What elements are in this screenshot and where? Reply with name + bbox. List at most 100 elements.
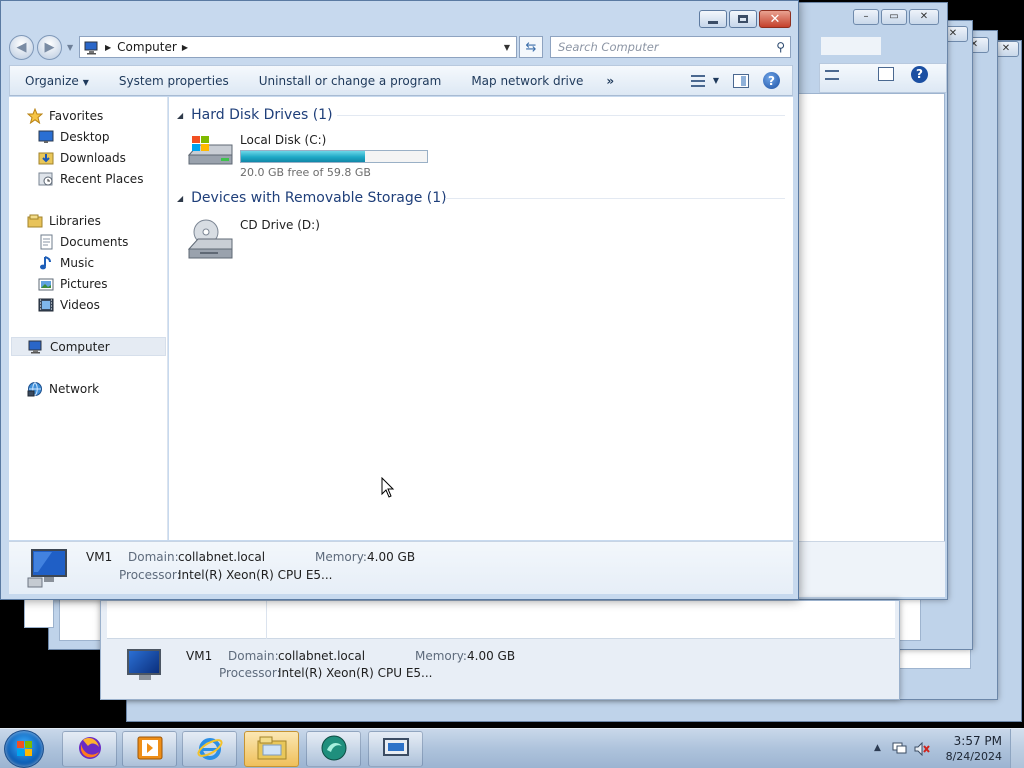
drive-d-name: CD Drive (D:) [240, 218, 320, 232]
show-desktop-button[interactable] [1010, 729, 1024, 768]
nav-desktop[interactable]: Desktop [38, 127, 110, 146]
taskbar-internet-explorer[interactable] [182, 731, 237, 767]
computer-name: VM1 [86, 550, 113, 564]
drive-c-name: Local Disk (C:) [240, 133, 327, 147]
taskbar: ▲ 3:57 PM 8/24/2024 [0, 728, 1024, 768]
remote-desktop-icon [381, 736, 411, 763]
forward-arrow-icon: ▶ [44, 40, 55, 55]
nav-downloads[interactable]: Downloads [38, 148, 126, 167]
videos-icon [38, 297, 54, 313]
refresh-icon: ⇆ [525, 39, 537, 55]
navigation-pane: Favorites Desktop Downloads Recent Place… [9, 97, 168, 540]
group-hard-disk-drives[interactable]: ◢ Hard Disk Drives (1) [177, 105, 785, 125]
music-note-icon [38, 255, 54, 271]
nav-network[interactable]: Network [27, 379, 99, 398]
search-placeholder: Search Computer [558, 40, 659, 54]
close-button[interactable]: ✕ [759, 10, 791, 28]
background-window-edge [24, 598, 54, 628]
minimize-button[interactable] [699, 10, 727, 28]
network-icon [27, 381, 43, 397]
media-player-icon [136, 735, 164, 764]
drive-c-free-space: 20.0 GB free of 59.8 GB [240, 166, 371, 179]
change-view-button[interactable]: ▼ [690, 74, 719, 87]
memory-label: Memory: [315, 550, 367, 564]
content-pane: ◢ Hard Disk Drives (1) Local Disk (C:) 2… [169, 97, 793, 540]
domain-label: Domain: [128, 550, 179, 564]
documents-icon [38, 234, 54, 250]
map-network-drive-button[interactable]: Map network drive [456, 74, 598, 88]
libraries-icon [27, 213, 43, 229]
system-tray: ▲ 3:57 PM 8/24/2024 [864, 729, 1024, 768]
nav-pictures[interactable]: Pictures [38, 274, 108, 293]
desktop-icon [38, 129, 54, 145]
clock-time[interactable]: 3:57 PM [954, 734, 1002, 748]
refresh-button[interactable]: ⇆ [519, 36, 543, 58]
show-hidden-icons-button[interactable]: ▲ [874, 743, 881, 753]
volume-muted-icon[interactable] [914, 741, 930, 759]
preview-pane-icon[interactable] [733, 73, 749, 88]
mouse-cursor-icon [381, 477, 395, 498]
view-icon [690, 74, 705, 87]
explorer-window[interactable]: ✕ ◀ ▶ ▼ ▶ Computer ▶ ▼ ⇆ Search Computer… [0, 0, 799, 600]
search-icon[interactable]: ⚲ [776, 40, 785, 54]
drive-c[interactable]: Local Disk (C:) 20.0 GB free of 59.8 GB [186, 133, 428, 179]
taskbar-firefox[interactable] [62, 731, 117, 767]
drive-d[interactable]: CD Drive (D:) [186, 217, 320, 265]
breadcrumb-arrow-icon[interactable]: ▶ [105, 43, 111, 52]
firefox-icon [77, 735, 103, 764]
nav-favorites[interactable]: Favorites [26, 106, 103, 125]
processor-value: Intel(R) Xeon(R) CPU E5... [178, 568, 333, 582]
system-properties-button[interactable]: System properties [104, 74, 244, 88]
file-explorer-icon [256, 735, 288, 764]
drive-c-capacity-bar [240, 150, 428, 163]
help-icon[interactable]: ? [763, 72, 780, 89]
address-dropdown-icon[interactable]: ▼ [504, 43, 510, 52]
search-input[interactable]: Search Computer ⚲ [550, 36, 791, 58]
forward-button[interactable]: ▶ [37, 35, 62, 60]
address-bar[interactable]: ▶ Computer ▶ ▼ [79, 36, 517, 58]
breadcrumb-arrow-icon[interactable]: ▶ [182, 43, 188, 52]
address-row: ◀ ▶ ▼ ▶ Computer ▶ ▼ ⇆ Search Computer ⚲ [9, 35, 791, 60]
cd-drive-icon [186, 217, 236, 265]
nav-videos[interactable]: Videos [38, 295, 100, 314]
drive-c-used-fill [241, 151, 365, 162]
recent-pages-dropdown[interactable]: ▼ [67, 43, 73, 52]
collapse-triangle-icon: ◢ [177, 110, 184, 120]
taskbar-remote-desktop[interactable] [368, 731, 423, 767]
computer-icon [84, 41, 100, 55]
nav-computer[interactable]: Computer [11, 337, 166, 356]
nav-recent-places[interactable]: Recent Places [38, 169, 143, 188]
minimize-icon [708, 20, 718, 24]
computer-icon [28, 339, 44, 355]
maximize-icon [738, 15, 748, 23]
memory-value: 4.00 GB [367, 550, 416, 564]
group-divider [445, 198, 785, 199]
collapse-triangle-icon: ◢ [177, 193, 184, 203]
command-bar: Organize ▼ System properties Uninstall or… [9, 65, 793, 96]
start-button[interactable] [4, 730, 44, 768]
back-button[interactable]: ◀ [9, 35, 34, 60]
nav-documents[interactable]: Documents [38, 232, 128, 251]
breadcrumb-computer[interactable]: Computer [117, 40, 177, 54]
app-icon [319, 734, 349, 765]
hard-drive-windows-icon [186, 133, 236, 169]
maximize-button[interactable] [729, 10, 757, 28]
background-details-pane: VM1 Domain: collabnet.local Memory: 4.00… [100, 600, 900, 700]
nav-music[interactable]: Music [38, 253, 94, 272]
network-status-icon[interactable] [892, 742, 908, 759]
downloads-folder-icon [38, 150, 54, 166]
organize-button[interactable]: Organize ▼ [10, 74, 104, 88]
internet-explorer-icon [196, 734, 224, 765]
taskbar-app[interactable] [306, 731, 361, 767]
back-arrow-icon: ◀ [16, 40, 27, 55]
uninstall-program-button[interactable]: Uninstall or change a program [244, 74, 457, 88]
taskbar-media-player[interactable] [122, 731, 177, 767]
chevron-down-icon: ▼ [712, 76, 719, 85]
chevron-down-icon: ▼ [82, 77, 89, 87]
taskbar-file-explorer[interactable] [244, 731, 299, 767]
clock-date[interactable]: 8/24/2024 [946, 750, 1002, 763]
nav-libraries[interactable]: Libraries [27, 211, 101, 230]
group-divider [337, 115, 785, 116]
more-commands-button[interactable]: » [598, 74, 621, 88]
group-removable-storage[interactable]: ◢ Devices with Removable Storage (1) [177, 188, 785, 208]
